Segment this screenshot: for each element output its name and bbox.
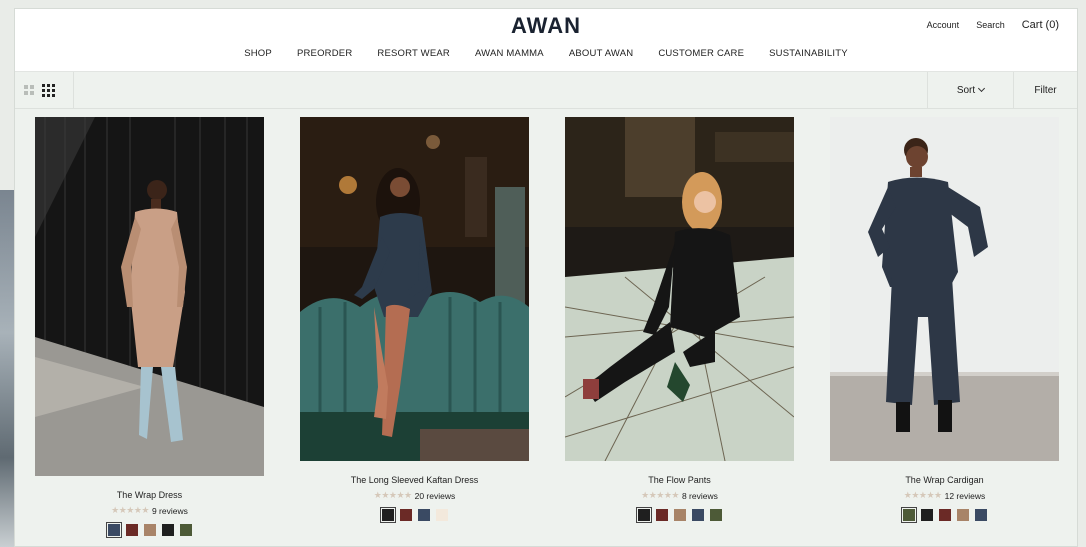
chevron-down-icon — [978, 84, 986, 93]
search-link[interactable]: Search — [976, 20, 1005, 30]
review-count[interactable]: 20 reviews — [415, 491, 456, 501]
color-swatch-cream[interactable] — [435, 509, 448, 521]
grid-2-view-icon[interactable] — [24, 85, 34, 95]
color-swatch-navy[interactable] — [105, 522, 122, 538]
color-swatches — [565, 507, 794, 523]
color-swatch-tan[interactable] — [673, 509, 686, 521]
color-swatch-olive[interactable] — [709, 509, 722, 521]
utility-nav: Account Search Cart (0) — [927, 19, 1059, 31]
color-swatch-black[interactable] — [920, 509, 933, 521]
color-swatch-black[interactable] — [635, 507, 652, 523]
product-rating: ★★★★★ 9 reviews — [35, 505, 264, 516]
product-card[interactable]: The Wrap Cardigan ★★★★★ 12 reviews — [830, 117, 1059, 523]
color-swatches — [300, 507, 529, 523]
color-swatch-tan[interactable] — [956, 509, 969, 521]
color-swatch-burgundy[interactable] — [399, 509, 412, 521]
star-rating-icon: ★★★★★ — [641, 490, 679, 500]
color-swatch-olive[interactable] — [900, 507, 917, 523]
sort-button[interactable]: Sort — [927, 72, 1013, 108]
product-image[interactable] — [35, 117, 264, 476]
main-nav: SHOP PREORDER RESORT WEAR AWAN MAMMA ABO… — [15, 48, 1077, 59]
nav-item-awan-mamma[interactable]: AWAN MAMMA — [475, 48, 544, 59]
sort-label: Sort — [956, 84, 976, 96]
color-swatch-black[interactable] — [379, 507, 396, 523]
color-swatch-tan[interactable] — [143, 524, 156, 536]
color-swatches — [830, 507, 1059, 523]
color-swatch-burgundy[interactable] — [655, 509, 668, 521]
review-count[interactable]: 8 reviews — [682, 491, 718, 501]
product-image[interactable] — [830, 117, 1059, 461]
cart-link[interactable]: Cart (0) — [1022, 19, 1059, 31]
collection-toolbar: Sort Filter — [15, 72, 1077, 109]
color-swatch-navy[interactable] — [691, 509, 704, 521]
product-image[interactable] — [565, 117, 794, 461]
account-link[interactable]: Account — [927, 20, 960, 30]
product-image[interactable] — [300, 117, 529, 461]
star-rating-icon: ★★★★★ — [903, 490, 942, 500]
nav-item-shop[interactable]: SHOP — [244, 48, 272, 59]
nav-item-resort-wear[interactable]: RESORT WEAR — [377, 48, 450, 59]
site-header: AWAN Account Search Cart (0) SHOP PREORD… — [15, 9, 1077, 72]
product-name[interactable]: The Wrap Cardigan — [830, 475, 1059, 485]
product-card[interactable]: The Long Sleeved Kaftan Dress ★★★★★ 20 r… — [300, 117, 529, 523]
brand-logo[interactable]: AWAN — [15, 13, 1077, 39]
color-swatch-navy[interactable] — [974, 509, 987, 521]
filter-button[interactable]: Filter — [1013, 72, 1077, 108]
color-swatch-burgundy[interactable] — [125, 524, 138, 536]
color-swatch-burgundy[interactable] — [938, 509, 951, 521]
product-name[interactable]: The Long Sleeved Kaftan Dress — [300, 475, 529, 485]
product-rating: ★★★★★ 8 reviews — [565, 490, 794, 501]
product-name[interactable]: The Flow Pants — [565, 475, 794, 485]
nav-item-customer-care[interactable]: CUSTOMER CARE — [658, 48, 744, 59]
nav-item-about-awan[interactable]: ABOUT AWAN — [569, 48, 633, 59]
nav-item-sustainability[interactable]: SUSTAINABILITY — [769, 48, 848, 59]
review-count[interactable]: 9 reviews — [152, 506, 188, 516]
color-swatch-olive[interactable] — [179, 524, 192, 536]
nav-item-preorder[interactable]: PREORDER — [297, 48, 352, 59]
product-card[interactable]: The Flow Pants ★★★★★ 8 reviews — [565, 117, 794, 523]
star-rating-icon: ★★★★★ — [111, 505, 149, 515]
color-swatch-navy[interactable] — [417, 509, 430, 521]
grid-3-view-icon[interactable] — [42, 83, 55, 97]
product-rating: ★★★★★ 12 reviews — [830, 490, 1059, 501]
color-swatch-black[interactable] — [161, 524, 174, 536]
product-name[interactable]: The Wrap Dress — [35, 490, 264, 500]
view-toggle — [15, 72, 74, 108]
star-rating-icon: ★★★★★ — [373, 490, 412, 500]
product-card[interactable]: The Wrap Dress ★★★★★ 9 reviews — [35, 117, 264, 538]
product-rating: ★★★★★ 20 reviews — [300, 490, 529, 501]
filter-label: Filter — [1034, 84, 1057, 96]
review-count[interactable]: 12 reviews — [945, 491, 986, 501]
color-swatches — [35, 522, 264, 538]
